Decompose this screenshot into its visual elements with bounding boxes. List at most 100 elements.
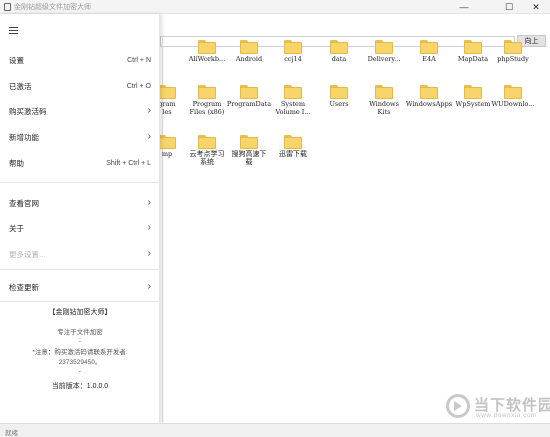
- menu-item-shortcut: Ctrl + N: [127, 56, 151, 64]
- folder-item[interactable]: 云考点学习 系统: [183, 135, 231, 166]
- menu-item-label: 关于: [9, 223, 24, 233]
- folder-name: Android: [235, 55, 263, 63]
- folder-icon: [158, 85, 176, 99]
- watermark-url: www.downxia.com: [476, 412, 537, 419]
- folder-icon: [504, 40, 522, 54]
- separator-dash: -: [78, 368, 82, 375]
- folder-name: Program Files (x86): [189, 100, 225, 116]
- folder-name: ccj14: [284, 55, 302, 63]
- title-bar: 金刚钻超级文件加密大师 — ☐ ✕: [0, 0, 550, 14]
- chevron-right-icon: ›: [147, 197, 151, 208]
- folder-name: data: [331, 55, 347, 63]
- folder-name: Delivery...: [367, 55, 401, 63]
- status-bar: 就绪: [0, 423, 550, 437]
- folder-icon: [198, 85, 216, 99]
- folder-name: phpStudy: [497, 55, 529, 63]
- folder-item[interactable]: phpStudy: [489, 40, 537, 64]
- folder-item[interactable]: Android: [225, 40, 273, 64]
- folder-icon: [504, 85, 522, 99]
- window-title: 金刚钻超级文件加密大师: [14, 4, 91, 11]
- chevron-right-icon: ›: [147, 131, 151, 142]
- app-lock-icon: [4, 3, 11, 11]
- folder-item[interactable]: 迅雷下载: [269, 135, 317, 159]
- menu-item-more-settings: 更多设置... ›: [0, 246, 160, 262]
- maximize-button[interactable]: ☐: [495, 0, 523, 14]
- folder-name: 迅雷下载: [279, 150, 307, 158]
- folder-icon: [198, 135, 216, 149]
- folder-item[interactable]: WUDownlo...: [489, 85, 537, 109]
- folder-name: 云考点学习 系统: [189, 150, 225, 166]
- tagline-text: 专注于文件加密: [57, 329, 103, 336]
- menu-item-label: 购买激活码: [9, 106, 47, 116]
- folder-icon: [375, 85, 393, 99]
- menu-item-about[interactable]: 关于 ›: [0, 220, 160, 236]
- play-logo-icon: [446, 394, 470, 418]
- folder-name: Windows Kits: [369, 100, 399, 116]
- notice-text: *注意：购买激活码请联系开发者:: [32, 349, 128, 356]
- menu-item-label: 检查更新: [9, 282, 39, 292]
- contact-text: 2373529450。: [58, 359, 102, 366]
- folder-icon: [375, 40, 393, 54]
- folder-name: ProgramData: [226, 100, 272, 108]
- side-drawer: 设置 Ctrl + N 已激活 Ctrl + O 购买激活码 › 新增功能 › …: [0, 14, 160, 423]
- folder-name: AliWorkb...: [188, 55, 226, 63]
- menu-divider: [0, 269, 160, 270]
- menu-item-activated[interactable]: 已激活 Ctrl + O: [0, 78, 160, 94]
- minimize-button[interactable]: —: [450, 0, 478, 14]
- folder-item[interactable]: Program Files (x86): [183, 85, 231, 116]
- folder-item[interactable]: WindowsApps: [405, 85, 453, 109]
- menu-item-help[interactable]: 帮助 Shift + Ctrl + L: [0, 155, 160, 171]
- folder-icon: [420, 40, 438, 54]
- folder-icon: [284, 40, 302, 54]
- folder-icon: [284, 135, 302, 149]
- menu-item-new-features[interactable]: 新增功能 ›: [0, 129, 160, 145]
- folder-item[interactable]: System Volume I...: [269, 85, 317, 116]
- menu-item-website[interactable]: 查看官网 ›: [0, 195, 160, 211]
- menu-item-shortcut: Ctrl + O: [126, 82, 151, 90]
- app-name-text: 【金刚钻加密大师】: [48, 309, 112, 316]
- folder-item[interactable]: 搜狗高速下 载: [225, 135, 273, 166]
- folder-item[interactable]: ProgramData: [225, 85, 273, 109]
- folder-icon: [330, 85, 348, 99]
- folder-icon: [240, 135, 258, 149]
- folder-icon: [420, 85, 438, 99]
- folder-item[interactable]: Users: [315, 85, 363, 109]
- folder-item[interactable]: E4A: [405, 40, 453, 64]
- chevron-right-icon: ›: [147, 248, 151, 259]
- folder-name: System Volume I...: [275, 100, 311, 116]
- menu-item-settings[interactable]: 设置 Ctrl + N: [0, 52, 160, 68]
- folder-name: WindowsApps: [405, 100, 453, 108]
- close-button[interactable]: ✕: [522, 0, 550, 14]
- menu-item-label: 更多设置...: [9, 249, 46, 259]
- folder-icon: [198, 40, 216, 54]
- menu-item-buy-code[interactable]: 购买激活码 ›: [0, 103, 160, 119]
- menu-item-label: 已激活: [9, 81, 32, 91]
- folder-icon: [240, 85, 258, 99]
- folder-item[interactable]: AliWorkb...: [183, 40, 231, 64]
- folder-item[interactable]: Delivery...: [360, 40, 408, 64]
- chevron-right-icon: ›: [147, 222, 151, 233]
- watermark: 当下软件园 www.downxia.com: [446, 392, 550, 422]
- folder-icon: [284, 85, 302, 99]
- chevron-right-icon: ›: [147, 105, 151, 116]
- folder-name: WUDownlo...: [491, 100, 535, 108]
- menu-item-shortcut: Shift + Ctrl + L: [106, 159, 151, 167]
- menu-divider: [0, 182, 160, 183]
- menu-item-check-update[interactable]: 检查更新 ›: [0, 279, 160, 295]
- menu-item-label: 帮助: [9, 158, 24, 168]
- folder-icon: [240, 40, 258, 54]
- hamburger-menu-icon[interactable]: [9, 27, 18, 34]
- menu-item-label: 查看官网: [9, 198, 39, 208]
- folder-name: E4A: [422, 55, 436, 63]
- folder-icon: [464, 85, 482, 99]
- folder-name: Users: [329, 100, 349, 108]
- folder-icon: [330, 40, 348, 54]
- file-pane: AliWorkb... Android ccj14 data Delivery... E4…: [158, 38, 546, 424]
- folder-item[interactable]: data: [315, 40, 363, 64]
- folder-item[interactable]: Windows Kits: [360, 85, 408, 116]
- chevron-right-icon: ›: [147, 281, 151, 292]
- folder-name: 搜狗高速下 载: [231, 150, 267, 166]
- version-text: 当前版本：1.0.0.0: [51, 383, 109, 390]
- folder-icon: [158, 135, 176, 149]
- folder-item[interactable]: ccj14: [269, 40, 317, 64]
